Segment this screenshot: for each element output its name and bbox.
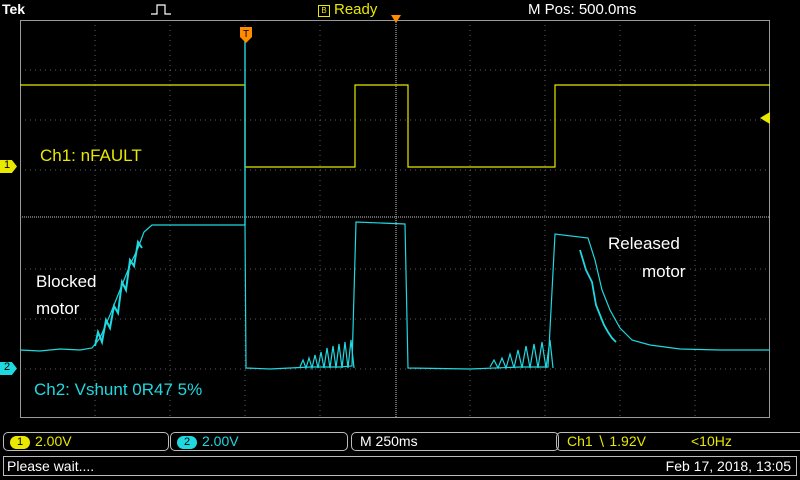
brand-label: Tek — [2, 1, 26, 17]
released-annotation-line2: motor — [642, 262, 686, 281]
ch1-annotation: Ch1: nFAULT — [40, 146, 142, 165]
trigger-mode-icon — [151, 4, 171, 15]
trigger-frequency: <10Hz — [691, 433, 732, 449]
ch2-scale-readout[interactable]: 2 2.00V — [170, 432, 348, 451]
waveform-display — [20, 20, 770, 418]
ch1-marker-label: 1 — [4, 159, 11, 171]
blocked-annotation-line1: Blocked — [36, 272, 97, 291]
ch1-ground-marker[interactable]: 1 — [0, 160, 17, 173]
channel-info-bar: 1 2.00V 2 2.00V M 250ms Ch1 ∖ 1.92V <10Hz — [0, 430, 800, 452]
ch2-ground-marker[interactable]: 2 — [0, 362, 17, 375]
timebase-readout[interactable]: M 250ms — [351, 432, 559, 451]
timebase-value: M 250ms — [360, 433, 418, 449]
message-status-frame: Please wait.... Feb 17, 2018, 13:05 — [3, 456, 797, 476]
trigger-position-marker[interactable]: T — [239, 26, 253, 44]
status-message: Please wait.... — [7, 458, 95, 474]
ch2-badge: 2 — [177, 436, 197, 449]
trigger-readout[interactable]: Ch1 ∖ 1.92V <10Hz — [556, 432, 800, 451]
trigger-level-marker[interactable] — [760, 112, 770, 124]
horizontal-center-marker — [391, 15, 401, 23]
blocked-annotation-line2: motor — [36, 299, 80, 318]
acquisition-status: B Ready — [318, 1, 377, 18]
ch1-scale-value: 2.00V — [35, 433, 72, 449]
run-state-icon: B — [318, 5, 330, 17]
horizontal-position-readout: M Pos: 500.0ms — [528, 1, 637, 18]
released-annotation-line1: Released — [608, 234, 680, 253]
message-status-bar: Please wait.... Feb 17, 2018, 13:05 — [0, 455, 800, 477]
trigger-value: Ch1 ∖ 1.92V — [567, 433, 646, 449]
ch2-annotation: Ch2: Vshunt 0R47 5% — [34, 380, 203, 399]
ch2-marker-label: 2 — [4, 361, 11, 373]
trigger-marker-label: T — [243, 29, 249, 40]
acquisition-status-label: Ready — [334, 1, 378, 18]
date-time: Feb 17, 2018, 13:05 — [665, 458, 791, 474]
ch1-scale-readout[interactable]: 1 2.00V — [3, 432, 169, 451]
ch1-badge: 1 — [10, 436, 30, 449]
ch2-scale-value: 2.00V — [202, 433, 239, 449]
